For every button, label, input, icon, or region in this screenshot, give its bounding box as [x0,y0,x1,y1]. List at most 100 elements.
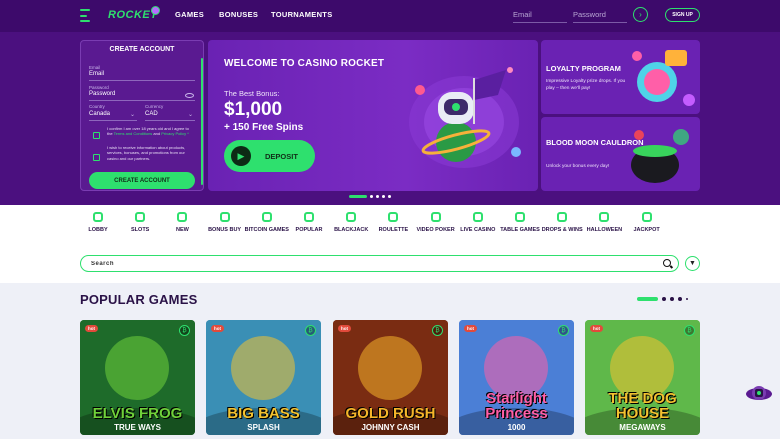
login-go-button[interactable]: › [633,7,648,22]
drops-wins-icon [557,212,568,222]
hero-slider-dots [349,195,391,198]
terms-checkbox[interactable] [93,132,100,139]
games-slider-dot[interactable] [670,297,674,301]
game-card[interactable]: hot ₿ ELVIS FROG TRUE WAYS [80,320,195,435]
nav-tournaments[interactable]: TOURNAMENTS [271,10,333,19]
games-slider-dot[interactable] [678,297,682,301]
game-card[interactable]: hot ₿ BIG BASS SPLASH [206,320,321,435]
jackpot-icon [641,212,652,222]
table-games-icon [515,212,525,222]
top-bar: ROCKET GAMES BONUSES TOURNAMENTS › SIGN … [0,0,780,32]
loyalty-title: LOYALTY PROGRAM [546,64,621,73]
create-account-button[interactable]: CREATE ACCOUNT [89,172,195,189]
blood-moon-cauldron-card[interactable]: BLOOD MOON CAULDRON Unlock your bonus ev… [541,117,700,191]
live-casino-icon [472,212,483,222]
privacy-link[interactable]: Privacy Policy [161,131,186,136]
category-label: JACKPOT [633,227,660,233]
search-icon[interactable] [663,259,671,267]
lobby-icon [93,212,103,222]
email-field[interactable]: Email [89,71,195,81]
game-subtitle: SPLASH [247,423,280,432]
promo-text: I wish to receive information about prod… [107,145,186,161]
terms-text: I confirm I am over 18 years old and I a… [107,126,189,137]
currency-label: Currency [145,104,164,109]
password-label: Password [89,85,109,90]
slots-icon [135,212,146,222]
wallet-icon: ▶ [231,146,251,166]
free-spins: + 150 Free Spins [224,122,304,133]
popular-icon [304,212,314,222]
game-subtitle: MEGAWAYS [619,423,666,432]
hero-slider-dot[interactable] [382,195,385,198]
game-title: BIG BASS [227,405,300,422]
sign-up-button[interactable]: SIGN UP [665,8,700,22]
welcome-subtitle: The Best Bonus: [224,89,280,98]
game-card[interactable]: hot ₿ Starlight Princess 1000 [459,320,574,435]
halloween-icon [599,212,610,222]
game-title: THE DOG HOUSE [608,390,677,422]
filter-icon[interactable]: ▼ [685,256,700,271]
astronaut-illustration [409,67,521,168]
password-field[interactable]: Password [89,91,195,101]
blackjack-icon [346,212,357,222]
header-email-input[interactable] [513,7,567,23]
header-password-input[interactable] [573,7,627,23]
promo-checkbox[interactable] [93,154,100,161]
create-account-card: CREATE ACCOUNT Email Email Password Pass… [80,40,204,191]
email-label: Email [89,65,101,70]
game-subtitle: TRUE WAYS [114,423,161,432]
popular-games-title: POPULAR GAMES [80,292,198,307]
loyalty-program-card[interactable]: LOYALTY PROGRAM Impressive Loyalty prize… [541,40,700,114]
nav-bonuses[interactable]: BONUSES [219,10,258,19]
bitcoin-icon [261,212,272,222]
bitcoin-icon: ₿ [179,325,190,336]
games-slider-dot[interactable] [686,298,688,300]
welcome-title: WELCOME TO CASINO ROCKET [224,58,385,69]
deposit-label: DEPOSIT [265,151,298,161]
cauldron-desc: Unlock your bonus every day! [546,164,610,169]
bitcoin-icon: ₿ [305,325,316,336]
category-jackpot[interactable]: JACKPOT [622,212,672,234]
hot-badge: hot [464,325,477,332]
game-card[interactable]: hot ₿ THE DOG HOUSE MEGAWAYS [585,320,700,435]
currency-chevron-down-icon: ⌄ [188,112,194,118]
game-subtitle: 1000 [507,423,526,432]
bitcoin-icon: ₿ [432,325,443,336]
bonus-buy-icon [219,212,230,222]
bitcoin-icon: ₿ [684,325,695,336]
hot-badge: hot [590,325,603,332]
video-poker-icon [430,212,441,222]
game-search-input[interactable] [91,259,651,268]
hero-slider-dot[interactable] [388,195,391,198]
hero-slider-dot[interactable] [349,195,367,198]
bitcoin-icon: ₿ [558,325,569,336]
game-card[interactable]: hot ₿ GOLD RUSH JOHNNY CASH [333,320,448,435]
form-scrollbar[interactable] [201,58,203,185]
loyalty-prize-illustration [632,50,695,106]
new-icon [177,212,188,222]
welcome-banner: WELCOME TO CASINO ROCKET The Best Bonus:… [208,40,538,191]
hot-badge: hot [211,325,224,332]
bonus-amount: $1,000 [224,99,283,120]
games-slider-dot[interactable] [637,297,658,301]
nav-games[interactable]: GAMES [175,10,204,19]
country-chevron-down-icon: ⌄ [130,112,136,118]
hero-slider-dot[interactable] [376,195,379,198]
game-subtitle: JOHNNY CASH [361,423,420,432]
hot-badge: hot [338,325,351,332]
hero-slider-dot[interactable] [370,195,373,198]
cauldron-illustration [631,129,689,183]
hamburger-menu-icon[interactable] [80,9,90,22]
country-label: Country [89,104,105,109]
game-search-bar [80,255,679,272]
loyalty-desc: Impressive Loyalty prize drops. If you p… [546,79,626,91]
support-chat-icon[interactable] [745,383,773,405]
game-title: ELVIS FROG [92,405,183,422]
terms-link[interactable]: Terms and Conditions [114,131,153,136]
games-slider-dot[interactable] [662,297,666,301]
show-password-icon[interactable] [185,93,194,98]
roulette-icon [388,212,399,222]
deposit-button[interactable]: ▶ DEPOSIT [224,140,315,172]
game-title: Starlight Princess [485,390,548,422]
game-title: GOLD RUSH [345,405,436,422]
